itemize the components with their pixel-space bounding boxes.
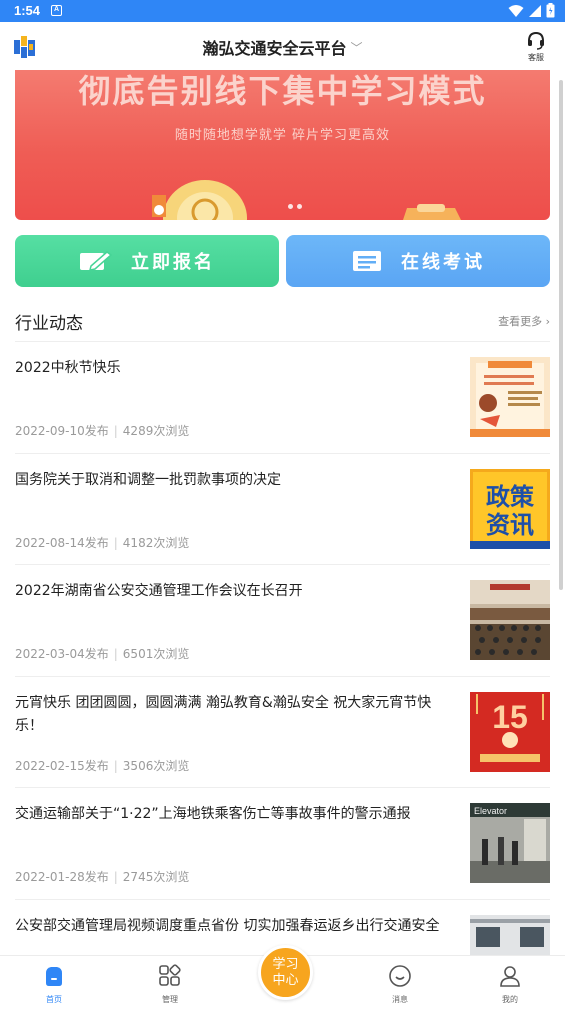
news-date: 2022-02-15发布 — [15, 759, 109, 773]
grid-icon — [158, 964, 182, 988]
customer-service-button[interactable]: 客服 — [519, 30, 553, 63]
enroll-button[interactable]: 立即报名 — [15, 235, 279, 287]
list-item[interactable]: 国务院关于取消和调整一批罚款事项的决定 2022-08-14发布|4182次浏览… — [15, 453, 550, 565]
list-item[interactable]: 元宵快乐 团团圆圆，圆圆满满 瀚弘教育&瀚弘安全 祝大家元宵节快乐！ 2022-… — [15, 676, 550, 788]
news-thumbnail: 政策 资讯 — [470, 469, 550, 549]
tab-manage-label: 管理 — [140, 994, 200, 1005]
chevron-down-icon: ﹀ — [351, 39, 363, 56]
signal-icon — [528, 4, 542, 18]
tab-messages-label: 消息 — [370, 994, 430, 1005]
news-date: 2022-03-04发布 — [15, 647, 109, 661]
news-thumbnail: 15 — [470, 692, 550, 772]
news-date: 2022-08-14发布 — [15, 536, 109, 550]
thumb-text: Elevator — [474, 806, 507, 816]
customer-service-label: 客服 — [519, 52, 553, 63]
news-title: 国务院关于取消和调整一批罚款事项的决定 — [15, 469, 455, 492]
status-icons — [508, 3, 555, 18]
thumb-text: 资讯 — [486, 511, 534, 539]
news-thumbnail — [470, 580, 550, 660]
news-views: 4289次浏览 — [123, 424, 190, 438]
banner-illustration — [15, 70, 550, 220]
message-icon — [388, 964, 412, 988]
news-views: 4182次浏览 — [123, 536, 190, 550]
home-icon — [42, 964, 66, 988]
news-meta: 2022-03-04发布|6501次浏览 — [15, 645, 189, 662]
exam-paper-icon — [351, 250, 383, 272]
banner-pagination — [288, 204, 302, 209]
chevron-right-icon: › — [546, 315, 550, 328]
news-date: 2022-09-10发布 — [15, 424, 109, 438]
banner-dot[interactable] — [297, 204, 302, 209]
section-title: 行业动态 — [15, 309, 83, 334]
list-item[interactable]: 交通运输部关于“1·22”上海地铁乘客伤亡等事故事件的警示通报 2022-01-… — [15, 787, 550, 899]
app-header: 瀚弘交通安全云平台 ﹀ 客服 — [0, 22, 565, 70]
scrollbar[interactable] — [559, 80, 563, 590]
see-more-link[interactable]: 查看更多 › — [498, 313, 550, 329]
learning-center-button[interactable]: 学习中心 — [258, 945, 313, 1000]
thumb-text: 15 — [492, 699, 528, 735]
news-title: 交通运输部关于“1·22”上海地铁乘客伤亡等事故事件的警示通报 — [15, 803, 455, 826]
see-more-label: 查看更多 — [498, 315, 542, 328]
news-title: 2022年湖南省公安交通管理工作会议在长召开 — [15, 580, 455, 603]
list-item[interactable]: 2022中秋节快乐 2022-09-10发布|4289次浏览 — [15, 341, 550, 453]
tab-home[interactable]: 首页 — [24, 964, 84, 1005]
news-list: 2022中秋节快乐 2022-09-10发布|4289次浏览 国务院关于取消和调… — [15, 341, 550, 1010]
news-title: 元宵快乐 团团圆圆，圆圆满满 瀚弘教育&瀚弘安全 祝大家元宵节快乐！ — [15, 692, 455, 738]
enroll-label: 立即报名 — [131, 248, 215, 274]
online-exam-label: 在线考试 — [401, 248, 485, 274]
promo-banner[interactable]: 彻底告别线下集中学习模式 随时随地想学就学 碎片学习更高效 — [15, 70, 550, 220]
news-title: 2022中秋节快乐 — [15, 357, 455, 380]
action-row: 立即报名 在线考试 — [15, 235, 550, 287]
status-time: 1:54 — [14, 3, 40, 18]
online-exam-button[interactable]: 在线考试 — [286, 235, 550, 287]
news-thumbnail — [470, 357, 550, 437]
news-date: 2022-01-28发布 — [15, 870, 109, 884]
news-meta: 2022-02-15发布|3506次浏览 — [15, 757, 189, 774]
industry-news-header: 行业动态 查看更多 › — [15, 308, 550, 334]
news-meta: 2022-01-28发布|2745次浏览 — [15, 868, 189, 885]
news-views: 6501次浏览 — [123, 647, 190, 661]
tab-mine[interactable]: 我的 — [480, 964, 540, 1005]
list-item[interactable]: 2022年湖南省公安交通管理工作会议在长召开 2022-03-04发布|6501… — [15, 564, 550, 676]
learning-center-label: 学习中心 — [272, 957, 300, 989]
status-bar: 1:54 A — [0, 0, 565, 22]
thumb-text: 政策 — [486, 483, 535, 511]
headset-icon — [526, 30, 546, 50]
page-title: 瀚弘交通安全云平台 — [202, 39, 346, 58]
news-title: 公安部交通管理局视频调度重点省份 切实加强春运返乡出行交通安全 — [15, 915, 455, 938]
tab-mine-label: 我的 — [480, 994, 540, 1005]
edit-icon — [79, 250, 113, 272]
user-icon — [498, 964, 522, 988]
news-views: 2745次浏览 — [123, 870, 190, 884]
platform-selector[interactable]: 瀚弘交通安全云平台 ﹀ — [0, 35, 565, 59]
notification-icon: A — [51, 5, 62, 16]
news-thumbnail: Elevator — [470, 803, 550, 883]
tab-home-label: 首页 — [24, 994, 84, 1005]
banner-dot[interactable] — [288, 204, 293, 209]
tab-messages[interactable]: 消息 — [370, 964, 430, 1005]
news-meta: 2022-09-10发布|4289次浏览 — [15, 422, 189, 439]
news-views: 3506次浏览 — [123, 759, 190, 773]
tab-manage[interactable]: 管理 — [140, 964, 200, 1005]
news-meta: 2022-08-14发布|4182次浏览 — [15, 534, 189, 551]
battery-icon — [546, 3, 555, 18]
wifi-icon — [508, 4, 524, 18]
